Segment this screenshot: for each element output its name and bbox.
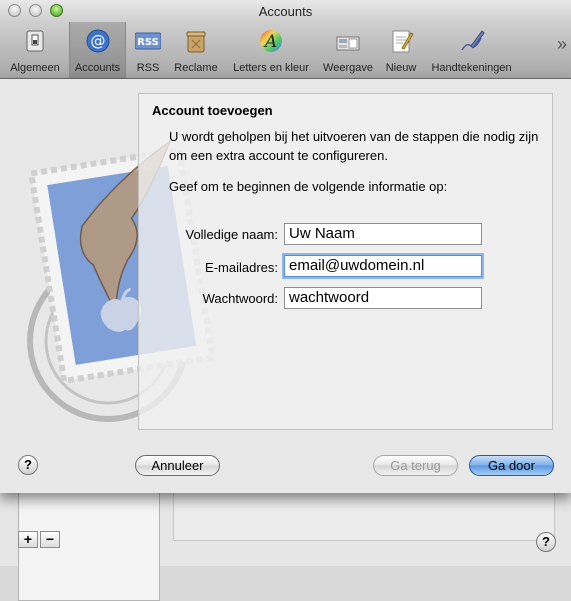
toolbar-item-reclame[interactable]: Reclame xyxy=(170,22,222,78)
add-account-button[interactable]: + xyxy=(18,531,38,548)
email-field[interactable]: email@uwdomein.nl xyxy=(284,255,482,277)
pane-help-button[interactable]: ? xyxy=(536,532,556,552)
at-sign-icon: @ xyxy=(86,29,109,53)
switch-icon xyxy=(26,30,44,52)
toolbar-item-accounts[interactable]: @ Accounts xyxy=(69,22,126,78)
full-name-field[interactable]: Uw Naam xyxy=(284,223,482,245)
title-bar: Accounts xyxy=(0,0,571,22)
help-button[interactable]: ? xyxy=(18,455,38,475)
toolbar-item-letters-en-kleur[interactable]: A Letters en kleur xyxy=(226,22,316,78)
window-title: Accounts xyxy=(258,4,313,19)
svg-text:@: @ xyxy=(90,32,105,50)
trash-can-icon xyxy=(186,31,206,53)
compose-icon xyxy=(392,30,414,53)
toolbar-item-weergave[interactable]: Weergave xyxy=(318,22,378,78)
svg-text:RSS: RSS xyxy=(137,37,159,48)
cancel-button[interactable]: Annuleer xyxy=(135,455,220,476)
toolbar-item-rss[interactable]: RSS RSS xyxy=(129,22,167,78)
toolbar-overflow-chevron-icon[interactable]: » xyxy=(557,34,567,55)
full-name-label: Volledige naam: xyxy=(185,227,278,242)
email-label: E-mailadres: xyxy=(205,260,278,275)
password-label: Wachtwoord: xyxy=(202,291,278,306)
add-account-sheet: Account toevoegen U wordt geholpen bij h… xyxy=(0,79,571,493)
minimize-window-button[interactable] xyxy=(29,4,42,17)
prompt-text: Geef om te beginnen de volgende informat… xyxy=(169,179,448,194)
toolbar-item-nieuw[interactable]: Nieuw xyxy=(381,22,421,78)
font-color-icon: A xyxy=(260,30,282,52)
close-window-button[interactable] xyxy=(8,4,21,17)
remove-account-button[interactable]: − xyxy=(40,531,60,548)
toolbar-item-handtekeningen[interactable]: Handtekeningen xyxy=(424,22,519,78)
intro-text: U wordt geholpen bij het uitvoeren van d… xyxy=(169,129,539,163)
rss-icon: RSS xyxy=(135,32,161,50)
toolbar-item-algemeen[interactable]: Algemeen xyxy=(5,22,65,78)
view-icon xyxy=(336,36,360,51)
zoom-window-button[interactable] xyxy=(50,4,63,17)
continue-button[interactable]: Ga door xyxy=(469,455,554,476)
pen-icon xyxy=(460,30,485,51)
sheet-title: Account toevoegen xyxy=(152,103,273,118)
preferences-toolbar: Algemeen @ Accounts RSS RSS Reclame A Le… xyxy=(0,22,571,79)
svg-text:A: A xyxy=(263,32,277,52)
password-field[interactable]: wachtwoord xyxy=(284,287,482,309)
back-button[interactable]: Ga terug xyxy=(373,455,458,476)
